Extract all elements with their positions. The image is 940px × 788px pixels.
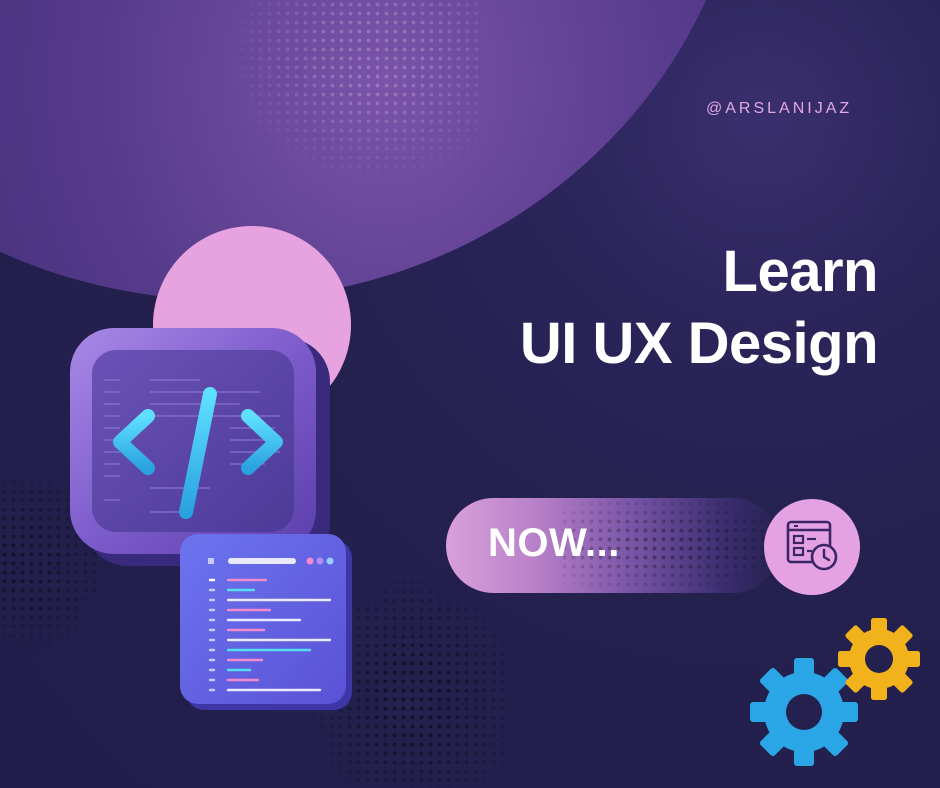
halftone-pattern (220, 0, 480, 190)
author-handle: @ARSLANIJAZ (706, 100, 853, 117)
code-editor-icon (180, 534, 352, 710)
calendar-clock-icon (786, 520, 838, 571)
promo-banner: @ARSLANIJAZ Learn UI UX Design NOW... (0, 0, 940, 788)
code-brackets-icon (70, 328, 330, 566)
schedule-badge (764, 499, 860, 595)
headline-line-2: UI UX Design (519, 311, 879, 376)
headline: Learn UI UX Design (519, 236, 879, 380)
headline-line-1: Learn (722, 239, 879, 304)
cta-label: NOW... (488, 521, 620, 565)
gear-icon (838, 618, 920, 700)
